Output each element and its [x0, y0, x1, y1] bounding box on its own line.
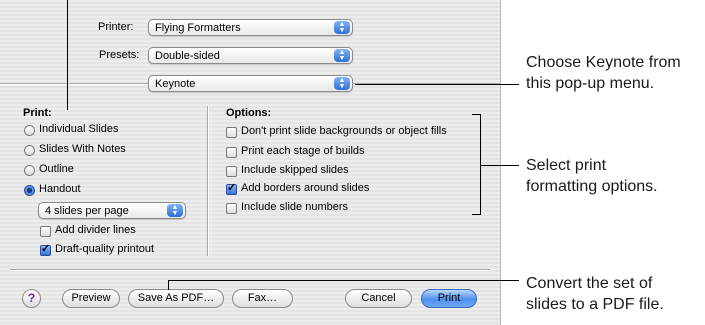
help-button[interactable]: ? — [22, 289, 41, 308]
options-heading: Options: — [226, 107, 272, 119]
popup-arrows-icon: ▲ ▼ — [167, 204, 183, 217]
bottom-separator — [10, 269, 490, 271]
leader-print-line — [67, 0, 68, 110]
draft-quality-label: Draft-quality printout — [55, 243, 155, 255]
leader-options-line — [481, 165, 519, 166]
outline-label: Outline — [39, 163, 74, 175]
add-borders-checkbox[interactable] — [226, 181, 237, 195]
callout-pdf-line1: Convert the set of — [526, 275, 653, 292]
draft-quality-checkbox[interactable] — [40, 242, 51, 256]
slides-with-notes-label: Slides With Notes — [39, 143, 126, 155]
add-divider-lines-checkbox[interactable] — [40, 226, 51, 237]
callout-pdf-line2: slides to a PDF file. — [526, 296, 664, 313]
panel-value: Keynote — [155, 78, 196, 90]
options-bracket-top — [472, 114, 481, 115]
slides-per-page-value: 4 slides per page — [45, 205, 129, 217]
preview-button[interactable]: Preview — [62, 289, 120, 308]
include-slide-numbers-label: Include slide numbers — [241, 201, 349, 213]
save-as-pdf-button[interactable]: Save As PDF… — [128, 289, 224, 308]
cancel-button[interactable]: Cancel — [345, 289, 412, 308]
print-button[interactable]: Print — [421, 289, 477, 308]
print-each-stage-label: Print each stage of builds — [241, 145, 365, 157]
popup-arrows-icon: ▲ ▼ — [334, 77, 350, 90]
outline-radio[interactable] — [24, 165, 35, 176]
individual-slides-radio[interactable] — [24, 125, 35, 136]
print-dialog: Printer: Flying Formatters ▲ ▼ Presets: D… — [0, 0, 501, 325]
handout-label: Handout — [39, 183, 81, 195]
panel-popup[interactable]: Keynote ▲ ▼ — [148, 75, 353, 92]
fax-button[interactable]: Fax… — [232, 289, 293, 308]
popup-arrows-icon: ▲ ▼ — [334, 49, 350, 62]
callout-options-line2: formatting options. — [526, 178, 658, 195]
printer-popup[interactable]: Flying Formatters ▲ ▼ — [148, 19, 353, 36]
printer-label: Printer: — [98, 21, 134, 33]
callout-popup-line1: Choose Keynote from — [526, 54, 681, 71]
add-borders-label: Add borders around slides — [241, 182, 370, 194]
presets-value: Double-sided — [155, 50, 220, 62]
presets-label: Presets: — [99, 49, 140, 61]
printer-value: Flying Formatters — [155, 22, 241, 34]
include-skipped-label: Include skipped slides — [241, 164, 349, 176]
handout-radio[interactable] — [24, 185, 35, 196]
callout-options-line1: Select print — [526, 157, 607, 174]
dont-print-backgrounds-checkbox[interactable] — [226, 127, 237, 138]
section-divider — [207, 106, 209, 256]
print-each-stage-checkbox[interactable] — [226, 147, 237, 158]
callout-popup-line2: this pop-up menu. — [526, 75, 655, 92]
panel-separator-left — [0, 83, 148, 85]
presets-popup[interactable]: Double-sided ▲ ▼ — [148, 47, 353, 64]
popup-arrows-icon: ▲ ▼ — [334, 21, 350, 34]
leader-popup-line — [355, 84, 519, 85]
add-divider-lines-label: Add divider lines — [55, 224, 136, 236]
include-skipped-checkbox[interactable] — [226, 166, 237, 177]
callout-popup: Choose Keynote from this pop-up menu. — [526, 52, 681, 94]
callout-options: Select print formatting options. — [526, 155, 658, 197]
print-heading: Print: — [23, 107, 52, 119]
include-slide-numbers-checkbox[interactable] — [226, 203, 237, 214]
options-bracket-bottom — [472, 214, 481, 215]
slides-per-page-popup[interactable]: 4 slides per page ▲ ▼ — [38, 202, 186, 219]
callout-pdf: Convert the set of slides to a PDF file. — [526, 273, 664, 315]
dont-print-backgrounds-label: Don't print slide backgrounds or object … — [241, 125, 447, 137]
leader-pdf-vertical — [168, 280, 169, 290]
individual-slides-label: Individual Slides — [39, 123, 119, 135]
slides-with-notes-radio[interactable] — [24, 145, 35, 156]
leader-pdf-line — [168, 280, 519, 281]
